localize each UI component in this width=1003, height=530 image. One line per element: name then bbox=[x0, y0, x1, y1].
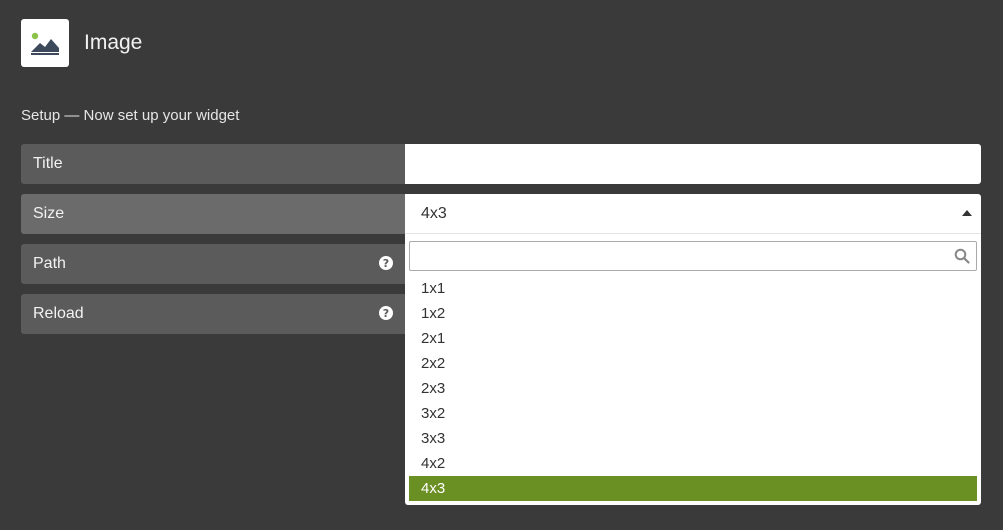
help-icon[interactable]: ? bbox=[379, 256, 393, 270]
path-label-text: Path bbox=[33, 255, 66, 272]
title-label-text: Title bbox=[33, 155, 63, 172]
help-icon[interactable]: ? bbox=[379, 306, 393, 320]
title-input[interactable] bbox=[405, 144, 981, 184]
search-icon bbox=[954, 248, 970, 264]
size-dropdown: 1x1 1x2 2x1 2x2 2x3 3x2 3x3 4x2 4x3 bbox=[405, 234, 981, 505]
size-option[interactable]: 2x2 bbox=[409, 351, 977, 376]
size-options-list: 1x1 1x2 2x1 2x2 2x3 3x2 3x3 4x2 4x3 bbox=[409, 276, 977, 501]
size-option[interactable]: 3x3 bbox=[409, 426, 977, 451]
size-label-text: Size bbox=[33, 205, 65, 222]
image-icon bbox=[21, 19, 69, 67]
size-option-selected[interactable]: 4x3 bbox=[409, 476, 977, 501]
app-title: Image bbox=[84, 31, 143, 54]
size-option[interactable]: 2x3 bbox=[409, 376, 977, 401]
path-label: Path ? bbox=[21, 244, 405, 284]
size-option[interactable]: 1x1 bbox=[409, 276, 977, 301]
reload-label-text: Reload bbox=[33, 305, 84, 322]
dropdown-search-input[interactable] bbox=[410, 242, 976, 270]
size-option[interactable]: 2x1 bbox=[409, 326, 977, 351]
size-option[interactable]: 1x2 bbox=[409, 301, 977, 326]
title-label: Title bbox=[21, 144, 405, 184]
size-select[interactable]: 4x3 bbox=[405, 194, 981, 234]
widget-header: Image bbox=[21, 19, 142, 67]
setup-heading: Setup — Now set up your widget bbox=[21, 107, 240, 124]
caret-up-icon[interactable] bbox=[962, 210, 972, 216]
size-option[interactable]: 3x2 bbox=[409, 401, 977, 426]
size-selected-value: 4x3 bbox=[421, 204, 447, 222]
size-label: Size bbox=[21, 194, 405, 234]
size-option[interactable]: 4x2 bbox=[409, 451, 977, 476]
reload-label: Reload ? bbox=[21, 294, 405, 334]
dropdown-search bbox=[409, 241, 977, 271]
